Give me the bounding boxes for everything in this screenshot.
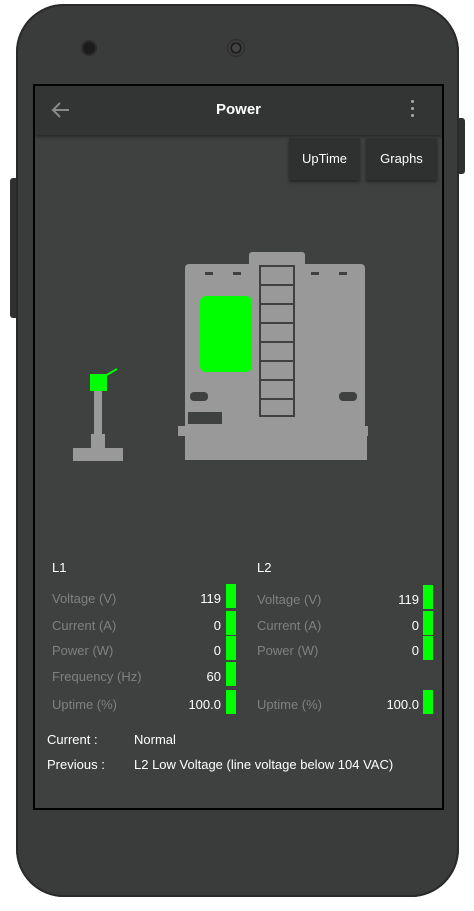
l1-frequency-label: Frequency (Hz) [52,669,142,684]
l1-uptime-value: 100.0 [188,697,221,712]
l2-voltage-value: 119 [398,592,419,607]
graphs-button[interactable]: Graphs [366,138,437,180]
l1-current-bar [226,611,236,635]
current-status-value: Normal [134,732,176,747]
more-vert-icon[interactable] [409,100,417,122]
l2-uptime-label: Uptime (%) [257,697,323,712]
uptime-button[interactable]: UpTime [289,138,360,180]
l2-heading: L2 [257,560,272,575]
l1-power-value: 0 [213,643,221,658]
app-screen: Power UpTime Graphs L1 Voltage (V) 119 C… [33,84,444,810]
l1-voltage-label: Voltage (V) [52,591,117,606]
l2-current-bar [423,611,433,635]
l2-power-value: 0 [411,643,419,658]
l1-voltage-value: 119 [200,591,221,606]
rv-window [200,296,252,372]
l1-voltage-bar [226,584,236,608]
l2-current-value: 0 [411,618,419,633]
front-camera [83,42,95,54]
l1-power-bar [226,636,236,660]
l2-voltage-label: Voltage (V) [257,592,322,607]
current-status-label: Current : [47,732,98,747]
l2-uptime-bar [423,690,433,714]
power-button [459,118,465,174]
app-bar: Power [35,86,442,135]
rv-power-illustration [73,252,368,461]
rv-rear-icon [178,252,368,460]
l1-heading: L1 [52,560,67,575]
previous-status-value: L2 Low Voltage (line voltage below 104 V… [134,757,394,772]
l2-voltage-bar [423,585,433,609]
previous-status-label: Previous : [47,757,105,772]
l1-current-value: 0 [213,618,221,633]
l2-power-label: Power (W) [257,643,319,658]
l1-power-label: Power (W) [52,643,114,658]
l2-uptime-value: 100.0 [386,697,419,712]
l2-power-bar [423,636,433,660]
earpiece-speaker [227,39,245,57]
l1-uptime-label: Uptime (%) [52,697,118,712]
l1-frequency-bar [226,662,236,686]
l1-frequency-value: 60 [206,669,221,684]
l2-current-label: Current (A) [257,618,322,633]
page-title: Power [215,101,261,118]
l1-current-label: Current (A) [52,618,117,633]
l1-uptime-bar [226,690,236,714]
power-pedestal-icon [73,368,123,461]
